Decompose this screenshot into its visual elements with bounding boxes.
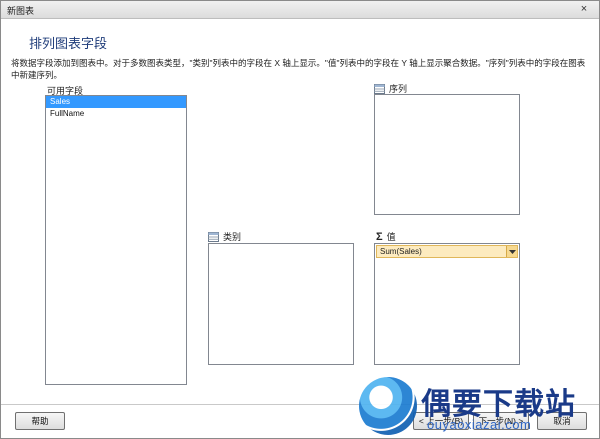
new-chart-dialog: 新图表 × 排列图表字段 将数据字段添加到图表中。对于多数图表类型，"类别"列表… [0, 0, 600, 439]
title-bar: 新图表 × [1, 1, 599, 19]
values-list[interactable]: Sum(Sales) [374, 243, 520, 365]
watermark-logo-icon [359, 377, 417, 435]
category-label-group: 类别 [208, 230, 241, 243]
values-label: 值 [386, 232, 396, 242]
window-title: 新图表 [7, 6, 35, 16]
series-list[interactable] [374, 94, 520, 215]
close-button[interactable]: × [577, 3, 591, 16]
category-list[interactable] [208, 243, 354, 365]
list-table-icon [374, 83, 385, 94]
chevron-down-icon[interactable] [506, 246, 517, 257]
available-fields-list[interactable]: Sales FullName [45, 95, 187, 385]
list-item[interactable]: Sales [46, 96, 186, 108]
sigma-icon: Σ [376, 230, 383, 243]
help-button[interactable]: 帮助 [15, 412, 65, 430]
list-item[interactable]: FullName [46, 108, 186, 120]
watermark-url: ouyaoxiazai.com [427, 417, 532, 432]
page-description: 将数据字段添加到图表中。对于多数图表类型，"类别"列表中的字段在 X 轴上显示。… [11, 58, 586, 80]
category-label: 类别 [223, 232, 242, 242]
list-table-icon [208, 231, 219, 242]
page-title: 排列图表字段 [29, 36, 108, 51]
value-field-item[interactable]: Sum(Sales) [376, 245, 518, 258]
values-label-group: Σ 值 [376, 230, 396, 243]
value-field-label: Sum(Sales) [380, 246, 422, 256]
